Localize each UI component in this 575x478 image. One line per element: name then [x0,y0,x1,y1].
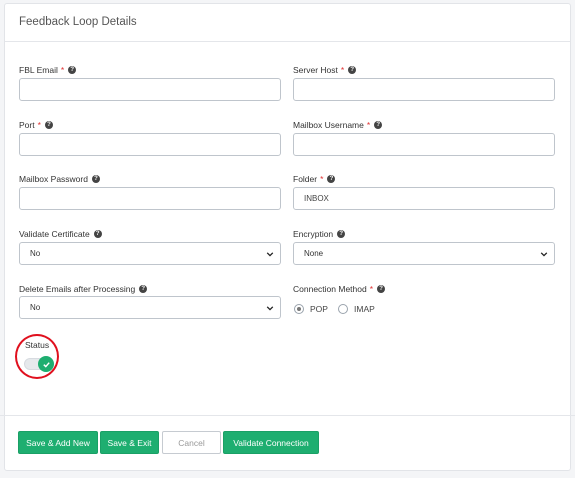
validate-certificate-value: No [30,249,41,258]
chevron-down-icon [266,306,274,311]
mailbox-password-label: Mailbox Password? [19,174,100,184]
chevron-down-icon [266,252,274,257]
imap-radio[interactable] [338,304,348,314]
port-label: Port *? [19,120,53,130]
help-icon[interactable]: ? [348,66,357,74]
footer-divider [0,415,575,416]
help-icon[interactable]: ? [337,230,346,238]
help-icon[interactable]: ? [139,285,148,293]
required-marker: * [369,284,374,294]
chevron-down-icon [540,252,548,257]
page-title: Feedback Loop Details [19,16,137,28]
encryption-select[interactable]: None [293,242,555,265]
validate-certificate-select[interactable]: No [19,242,281,265]
fbl-email-label: FBL Email *? [19,65,77,75]
folder-label: Folder *? [293,174,336,184]
pop-label: POP [310,304,328,314]
pop-radio[interactable] [294,304,304,314]
server-host-input[interactable] [293,78,555,101]
required-marker: * [320,174,324,184]
cancel-button[interactable]: Cancel [162,431,221,454]
help-icon[interactable]: ? [44,121,53,129]
validate-connection-button[interactable]: Validate Connection [223,431,319,454]
encryption-label: Encryption? [293,229,346,239]
highlight-circle [15,334,59,379]
card-header: Feedback Loop Details [5,4,570,42]
required-marker: * [340,65,345,75]
help-icon[interactable]: ? [377,285,386,293]
mailbox-username-input[interactable] [293,133,555,156]
folder-input[interactable]: INBOX [293,187,555,210]
port-input[interactable] [19,133,281,156]
delete-emails-label: Delete Emails after Processing? [19,284,148,294]
connection-method-pop[interactable]: POP [294,304,328,314]
mailbox-password-input[interactable] [19,187,281,210]
save-exit-button[interactable]: Save & Exit [100,431,159,454]
fbl-email-input[interactable] [19,78,281,101]
help-icon[interactable]: ? [93,230,102,238]
required-marker: * [366,120,371,130]
required-marker: * [37,120,41,130]
server-host-label: Server Host *? [293,65,357,75]
connection-method-imap[interactable]: IMAP [338,304,375,314]
delete-emails-value: No [30,303,41,312]
mailbox-username-label: Mailbox Username *? [293,120,383,130]
imap-label: IMAP [354,304,375,314]
help-icon[interactable]: ? [374,121,383,129]
encryption-value: None [304,249,324,258]
help-icon[interactable]: ? [327,175,336,183]
help-icon[interactable]: ? [91,175,100,183]
save-add-new-button[interactable]: Save & Add New [18,431,98,454]
connection-method-label: Connection Method *? [293,284,386,294]
delete-emails-select[interactable]: No [19,296,281,319]
help-icon[interactable]: ? [68,66,77,74]
required-marker: * [60,65,65,75]
validate-certificate-label: Validate Certificate? [19,229,102,239]
